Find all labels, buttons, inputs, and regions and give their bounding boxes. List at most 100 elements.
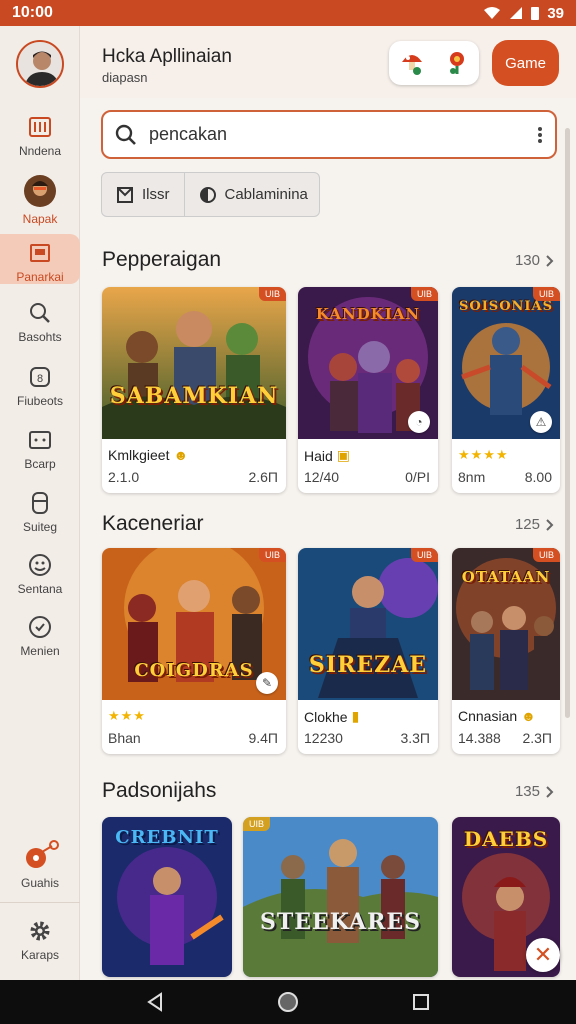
rail-label: Nndena — [18, 144, 62, 158]
rail-item-karaps[interactable]: Karaps — [0, 912, 80, 968]
edit-icon[interactable]: ✎ — [256, 672, 278, 694]
rail-label: Napak — [22, 212, 58, 226]
game-card[interactable]: KANDKIAN UIB ◔ Haid ▣ 12/40 0/PI — [298, 287, 438, 493]
rail-divider — [0, 902, 80, 903]
character-icon — [23, 174, 57, 208]
chip-label: Ilssr — [142, 186, 170, 203]
game-tag: UIB — [410, 287, 438, 301]
game-tag: UIB — [258, 548, 286, 562]
app-header: Hcka Apllinaian diapasn Game — [80, 26, 576, 98]
game-art-title: DAEBS — [463, 827, 549, 851]
clock-icon — [27, 614, 53, 640]
game-version: Bhan — [108, 730, 141, 746]
header-badges[interactable] — [389, 41, 479, 85]
rail-item-basohts[interactable]: Basohts — [0, 294, 80, 350]
game-card[interactable]: SABAMKIAN UIB Kmlkgieet ☻ 2.1.0 2.6П — [102, 287, 286, 493]
circle-icon — [199, 186, 217, 204]
rail-label: Sentana — [17, 582, 63, 596]
close-fab[interactable]: ✕ — [526, 938, 560, 972]
battery-level: 39 — [547, 4, 564, 22]
rail-label: Bcarp — [24, 457, 56, 471]
status-icons: 39 — [483, 5, 564, 22]
game-version: 2.1.0 — [108, 469, 140, 485]
section-see-all[interactable]: 135 — [515, 783, 554, 800]
document-icon: 8 — [27, 364, 53, 390]
recents-icon[interactable] — [412, 993, 430, 1011]
rail-item-suiteg[interactable]: Suiteg — [0, 484, 80, 540]
rail-label: Menien — [20, 644, 60, 658]
game-art-title: STEEKARES — [259, 909, 422, 935]
rail-label: Karaps — [20, 948, 60, 962]
rail-item-panarkai[interactable]: Panarkai — [0, 234, 80, 284]
section-title: Padsonijahs — [102, 779, 217, 802]
chevron-right-icon — [546, 518, 554, 531]
scrollbar[interactable] — [565, 128, 570, 718]
game-art: OTATAAN UIB — [452, 548, 560, 700]
card-icon — [27, 427, 53, 453]
game-name-text: Clokhe — [304, 708, 348, 725]
rating-stars: ★★★★ — [458, 447, 509, 462]
game-button[interactable]: Game — [492, 40, 559, 86]
more-vert-icon[interactable] — [537, 126, 543, 144]
flower-icon — [446, 50, 468, 76]
game-art-title: SABAMKIAN — [109, 383, 279, 409]
rail-item-nndena[interactable]: Nndena — [0, 108, 80, 164]
cylinder-icon — [27, 490, 53, 516]
game-tag: UIB — [532, 287, 560, 301]
search-input[interactable]: pencakan — [149, 124, 537, 145]
rail-item-guahis[interactable]: Guahis — [0, 832, 80, 894]
app-title: Hcka Apllinaian — [102, 46, 232, 67]
game-card[interactable]: STEEKARES UIB — [243, 817, 438, 977]
filter-chip-ilssr[interactable]: Ilssr — [102, 173, 184, 216]
game-name: Clokhe ▮ — [304, 708, 359, 725]
rail-label: Panarkai — [16, 270, 64, 284]
chip-label: Cablaminina — [224, 186, 308, 203]
game-card[interactable]: CREBNIT — [102, 817, 232, 977]
game-version: 14.388 — [458, 730, 501, 746]
rail-label: Suiteg — [22, 520, 58, 534]
close-icon: ✕ — [533, 942, 553, 967]
play-icon[interactable]: ◔ — [408, 411, 430, 433]
game-art: SABAMKIAN UIB — [102, 287, 286, 439]
filter-chip-cablaminina[interactable]: Cablaminina — [183, 173, 322, 216]
rail-item-napak[interactable]: Napak — [0, 168, 80, 226]
game-card[interactable]: SOISONIAS UIB ⚠ ★★★★ 8nm 8.00 — [452, 287, 560, 493]
emoji-icon: ☻ — [521, 708, 536, 724]
rail-item-bcarp[interactable]: Bcarp — [0, 421, 80, 477]
alert-icon[interactable]: ⚠ — [530, 411, 552, 433]
game-size: 0/PI — [405, 469, 430, 485]
battery-icon — [531, 6, 540, 20]
game-art-title: SOISONIAS — [459, 299, 553, 314]
chevron-right-icon — [546, 254, 554, 267]
emoji-icon: ☻ — [173, 447, 189, 463]
section-see-all[interactable]: 130 — [515, 252, 554, 269]
search-bar[interactable]: pencakan — [101, 110, 557, 159]
game-art-title: OTATAAN — [461, 568, 551, 586]
game-art-title: CREBNIT — [115, 827, 219, 848]
game-size: 2.3П — [522, 730, 552, 746]
avatar[interactable] — [16, 40, 64, 88]
game-size: 3.3П — [400, 730, 430, 746]
section-count: 125 — [514, 516, 540, 533]
game-version: 12/40 — [304, 469, 340, 485]
search-icon — [27, 300, 53, 326]
mushroom-icon — [400, 50, 424, 76]
section-see-all[interactable]: 125 — [515, 516, 554, 533]
game-card[interactable]: SIREZAE UIB Clokhe ▮ 12230 3.3П — [298, 548, 438, 754]
rail-item-fiubeots[interactable]: 8 Fiubeots — [0, 358, 80, 414]
system-nav-bar — [0, 980, 576, 1024]
home-icon[interactable] — [277, 991, 299, 1013]
rail-item-sentana[interactable]: Sentana — [0, 546, 80, 602]
rail-label: Basohts — [18, 330, 62, 344]
game-art: CREBNIT — [102, 817, 232, 977]
game-card[interactable]: COIGDRAS UIB ✎ ★★★ Bhan 9.4П — [102, 548, 286, 754]
game-tag: UIB — [258, 287, 286, 301]
game-size: 8.00 — [524, 469, 552, 485]
status-bar: 10:00 39 — [0, 0, 576, 26]
navigation-rail: Nndena Napak Panarkai Basohts 8 Fiubeots… — [0, 26, 80, 980]
game-art: COIGDRAS UIB ✎ — [102, 548, 286, 700]
game-card[interactable]: OTATAAN UIB Cnnasian ☻ 14.388 2.3П — [452, 548, 560, 754]
back-icon[interactable] — [146, 992, 164, 1012]
rail-item-menien[interactable]: Menien — [0, 608, 80, 664]
game-orbit-icon — [20, 838, 60, 872]
